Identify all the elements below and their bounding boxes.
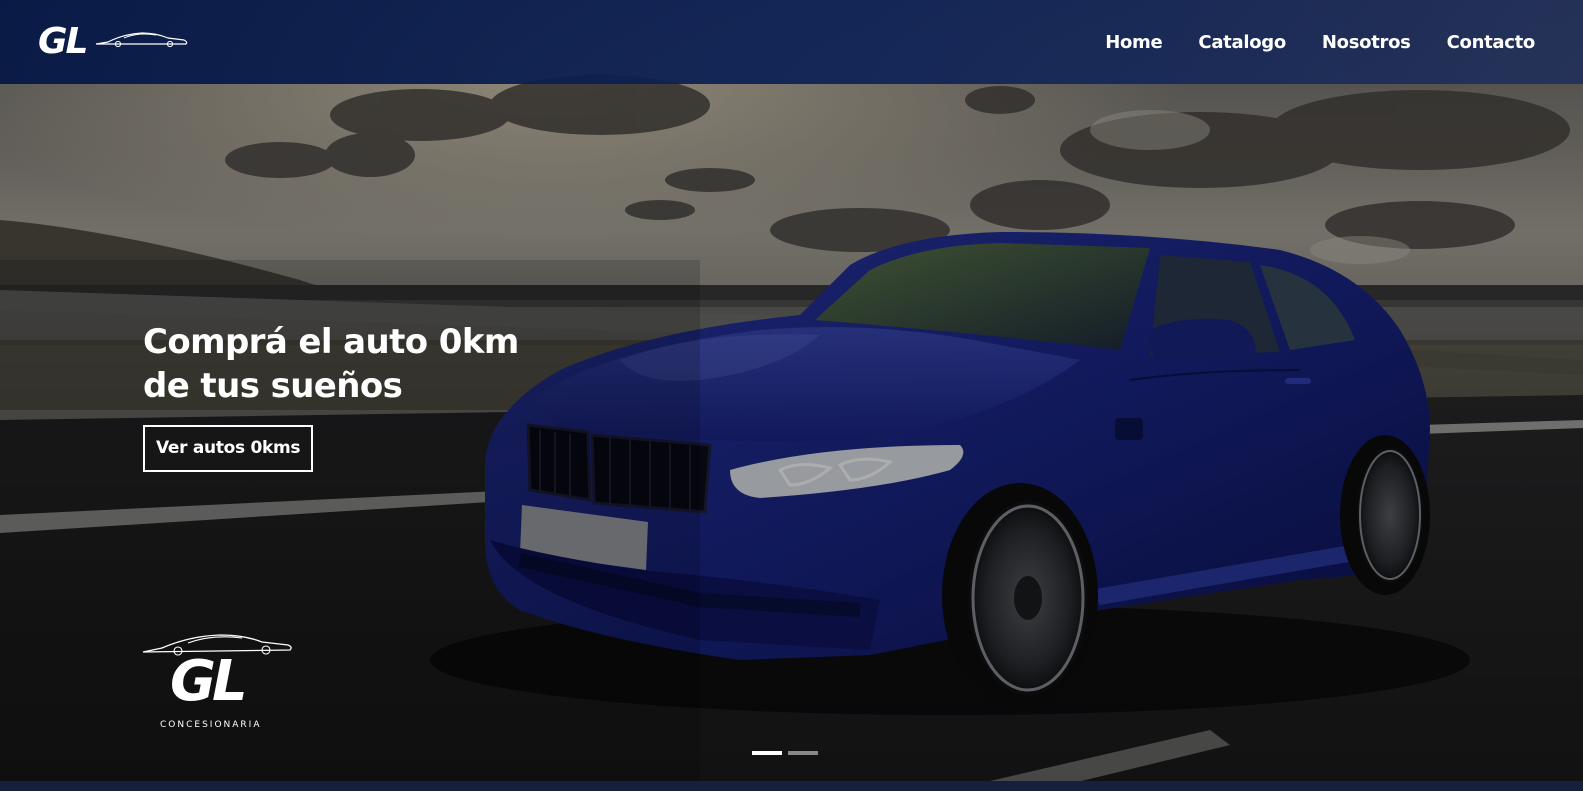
footer-logo-subtitle: CONCESIONARIA	[160, 720, 262, 730]
nav-links: Home Catalogo Nosotros Contacto	[1105, 0, 1535, 84]
page-bottom-strip	[0, 781, 1583, 791]
brand-logo[interactable]: GL	[38, 20, 198, 64]
concesionaria-logo: GL CONCESIONARIA	[140, 628, 295, 738]
carousel-indicator-1[interactable]	[752, 751, 782, 755]
nav-link-home[interactable]: Home	[1105, 32, 1163, 53]
carousel-indicators	[752, 751, 818, 755]
footer-logo-mark: GL	[170, 649, 248, 714]
car-silhouette-icon	[95, 32, 188, 48]
hero-title-line-1: Comprá el auto 0km	[143, 322, 519, 362]
hero-title: Comprá el auto 0km de tus sueños	[143, 320, 563, 408]
hero-content: Comprá el auto 0km de tus sueños Ver aut…	[143, 320, 563, 472]
navbar: GL Home Catalogo Nosotros Contacto	[0, 0, 1583, 84]
hero-title-line-2: de tus sueños	[143, 366, 403, 406]
nav-link-nosotros[interactable]: Nosotros	[1322, 32, 1411, 53]
carousel-indicator-2[interactable]	[788, 751, 818, 755]
nav-link-contacto[interactable]: Contacto	[1447, 32, 1536, 53]
view-cars-button[interactable]: Ver autos 0kms	[143, 425, 314, 472]
brand-mark: GL	[38, 21, 88, 62]
nav-link-catalogo[interactable]: Catalogo	[1198, 32, 1286, 53]
